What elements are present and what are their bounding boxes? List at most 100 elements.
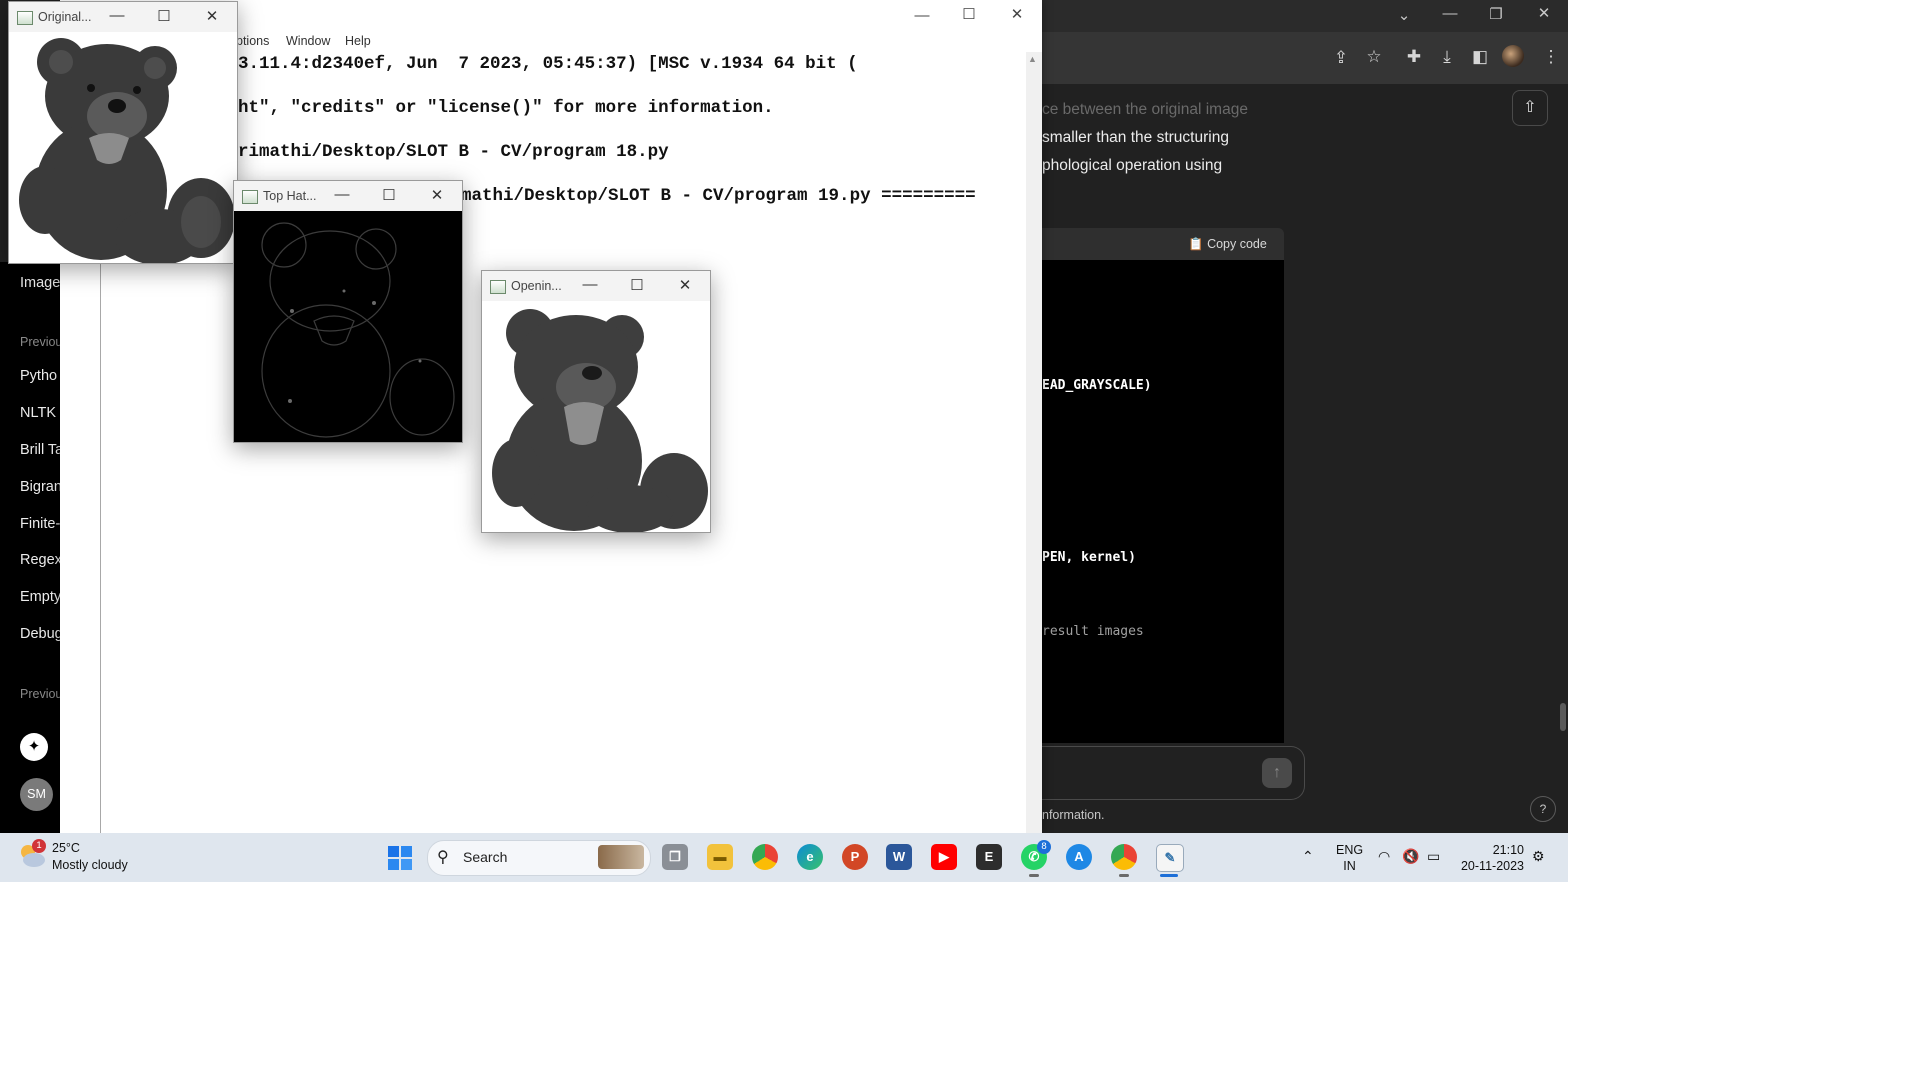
code-line: PEN, kernel): [1042, 550, 1136, 565]
python-idle-icon[interactable]: ✎: [1156, 844, 1184, 872]
code-comment-line: result images: [1042, 624, 1144, 639]
minimize-icon[interactable]: —: [912, 8, 932, 24]
close-icon[interactable]: ✕: [427, 186, 447, 204]
chrome-tabstrip: ⌄ — ❐ ✕: [1042, 0, 1568, 32]
shell-line: .4 (tags/v3.11.4:d2340ef, Jun 7 2023, 05…: [133, 54, 858, 74]
powerpoint-icon[interactable]: P: [842, 844, 868, 870]
battery-icon[interactable]: ▭: [1427, 848, 1440, 865]
weather-badge: 1: [32, 839, 46, 853]
word-icon[interactable]: W: [886, 844, 912, 870]
copy-code-label: Copy code: [1207, 237, 1267, 251]
sidebar-item[interactable]: Debug: [20, 626, 60, 642]
arrow-up-icon: ↑: [1273, 764, 1281, 781]
app-icon: [242, 190, 258, 204]
youtube-icon[interactable]: ▶: [931, 844, 957, 870]
app-e-icon[interactable]: E: [976, 844, 1002, 870]
close-icon[interactable]: ✕: [675, 276, 695, 294]
sidebar-heading: Previou: [20, 687, 60, 701]
opening-window: Openin... — ☐ ✕: [481, 270, 711, 533]
app-icon: [17, 11, 33, 25]
window-title: Original...: [38, 10, 92, 24]
sidebar-item[interactable]: Brill Ta: [20, 442, 60, 458]
share-button[interactable]: ⇧: [1512, 90, 1548, 126]
minimize-icon[interactable]: —: [580, 276, 600, 293]
maximize-icon[interactable]: ☐: [627, 276, 647, 294]
minimize-icon[interactable]: —: [332, 186, 352, 203]
menu-options[interactable]: ptions: [236, 34, 269, 48]
window-title-bar[interactable]: Original... — ☐ ✕: [9, 2, 237, 32]
close-icon[interactable]: ✕: [1534, 6, 1554, 22]
window-title-bar[interactable]: Top Hat... — ☐ ✕: [234, 181, 462, 211]
chat-text-line: smaller than the structuring: [1042, 129, 1229, 146]
language-indicator[interactable]: ENG IN: [1336, 842, 1363, 874]
sidebar-item[interactable]: Bigran: [20, 479, 60, 495]
edge-icon[interactable]: e: [797, 844, 823, 870]
sidebar-item[interactable]: NLTK: [20, 405, 56, 421]
sidebar-item[interactable]: Image: [20, 275, 60, 291]
running-indicator: [1119, 874, 1129, 877]
side-panel-icon[interactable]: ◧: [1469, 47, 1491, 67]
weather-temperature[interactable]: 25°C: [52, 841, 80, 855]
active-app-indicator: [1160, 874, 1178, 877]
sidebar-item[interactable]: Finite-: [20, 516, 60, 532]
wifi-icon[interactable]: ◠: [1378, 848, 1390, 865]
taskbar: [0, 833, 1568, 882]
chrome-toolbar: ⇪ ☆ ✚ ⤓ ◧: [1042, 32, 1568, 84]
restore-icon[interactable]: ❐: [1486, 7, 1506, 23]
sidebar-item[interactable]: Pytho: [20, 368, 57, 384]
chevron-down-icon[interactable]: ⌄: [1394, 8, 1414, 24]
sidebar-item[interactable]: Empty: [20, 589, 60, 605]
code-block: EAD_GRAYSCALE) PEN, kernel) result image…: [1042, 260, 1284, 743]
close-icon[interactable]: ✕: [1007, 7, 1027, 23]
share-page-icon[interactable]: ⇪: [1330, 48, 1352, 68]
windows-start-icon[interactable]: [388, 846, 412, 870]
task-view-icon[interactable]: ❐: [662, 844, 688, 870]
shell-scrollbar[interactable]: [1026, 52, 1042, 833]
whatsapp-badge: 8: [1037, 840, 1051, 854]
app-icon: [490, 280, 506, 294]
search-label: Search: [463, 849, 508, 865]
upload-icon: ⇧: [1523, 99, 1537, 116]
menu-window[interactable]: Window: [286, 34, 330, 48]
clock[interactable]: 21:10 20-11-2023: [1458, 842, 1524, 874]
maximize-icon[interactable]: ☐: [959, 7, 979, 23]
close-icon[interactable]: ✕: [202, 7, 222, 25]
window-title: Openin...: [511, 279, 562, 293]
sidebar-item[interactable]: Regex: [20, 552, 60, 568]
file-explorer-icon[interactable]: ▬: [707, 844, 733, 870]
maximize-icon[interactable]: ☐: [154, 7, 174, 25]
scroll-up-icon[interactable]: ▲: [1028, 54, 1037, 64]
window-title: Top Hat...: [263, 189, 317, 203]
chrome-profile-avatar[interactable]: [1502, 45, 1524, 67]
search-highlight-image: [598, 845, 644, 869]
extensions-icon[interactable]: ✚: [1403, 47, 1425, 67]
search-icon: ⚲: [437, 849, 449, 866]
minimize-icon[interactable]: —: [1440, 6, 1460, 22]
page-scrollbar[interactable]: [1560, 703, 1566, 731]
settings-gear-icon[interactable]: ⚙: [1532, 848, 1545, 865]
send-button[interactable]: ↑: [1262, 758, 1292, 788]
weather-description[interactable]: Mostly cloudy: [52, 858, 128, 872]
chat-text-line: ce between the original image: [1042, 101, 1248, 118]
menu-help[interactable]: Help: [345, 34, 371, 48]
copy-code-button[interactable]: 📋 Copy code: [1188, 235, 1267, 253]
download-icon[interactable]: ⤓: [1436, 47, 1458, 67]
maximize-icon[interactable]: ☐: [379, 186, 399, 204]
chrome-icon[interactable]: [752, 844, 778, 870]
chevron-up-icon[interactable]: ⌃: [1302, 848, 1314, 865]
original-teddy-image: [9, 32, 237, 263]
star-icon[interactable]: ☆: [1363, 47, 1385, 67]
sidebar-heading: Previou: [20, 335, 60, 349]
user-avatar[interactable]: SM: [20, 778, 53, 811]
volume-muted-icon[interactable]: 🔇: [1402, 848, 1419, 865]
app-store-icon[interactable]: A: [1066, 844, 1092, 870]
original-image-window: Original... — ☐ ✕: [8, 1, 238, 264]
minimize-icon[interactable]: —: [107, 7, 127, 24]
language-code: ENG: [1336, 843, 1364, 857]
sparkle-icon[interactable]: ✦: [20, 733, 48, 761]
chrome-profile-icon[interactable]: [1111, 844, 1137, 870]
more-menu-icon[interactable]: ⋮: [1540, 47, 1562, 67]
running-indicator: [1029, 874, 1039, 877]
window-title-bar[interactable]: Openin... — ☐ ✕: [482, 271, 710, 301]
help-button[interactable]: ?: [1530, 796, 1556, 822]
